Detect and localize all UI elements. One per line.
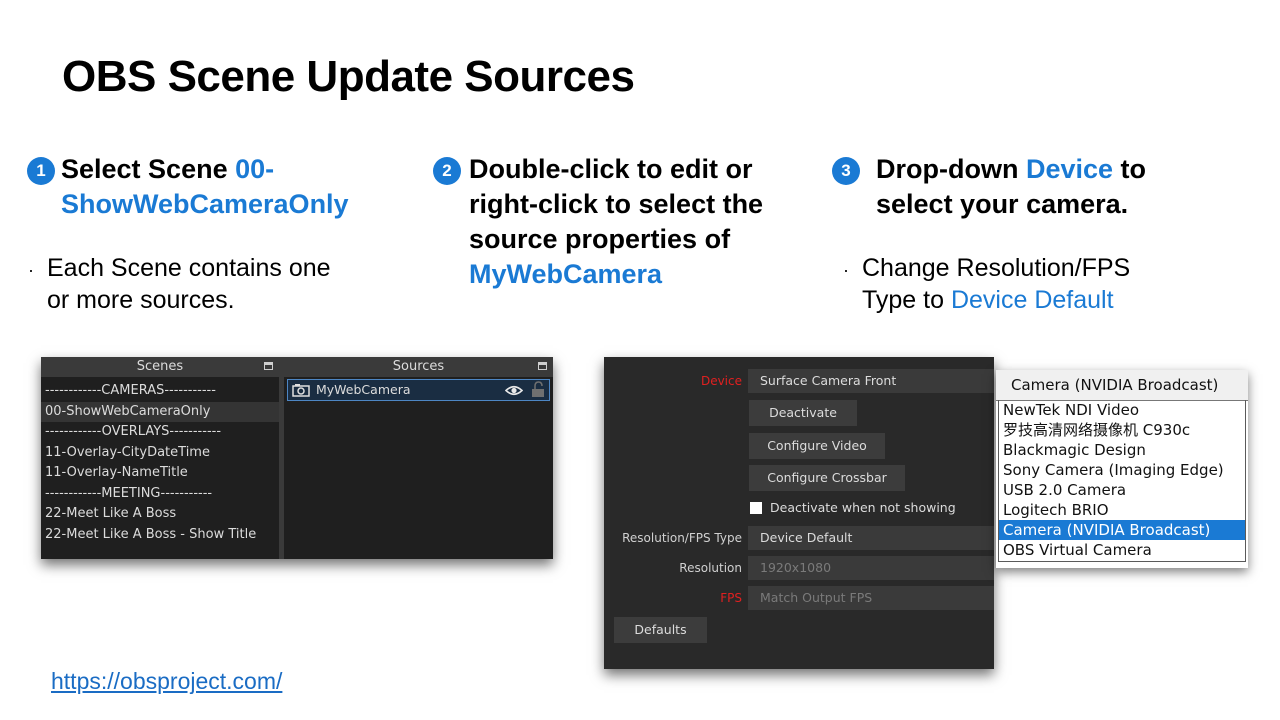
resfps-label: Resolution/FPS Type	[622, 531, 742, 545]
bullet-1-line-2: or more sources.	[47, 286, 235, 314]
source-item[interactable]: MyWebCamera	[287, 379, 550, 401]
step-3-text: Drop-down Device to select your camera.	[876, 152, 1216, 222]
bullet-1-text: Each Scene contains one or more sources.	[47, 252, 377, 316]
scene-item[interactable]: ------------CAMERAS-----------	[41, 381, 279, 402]
step-3-line-1a: Drop-down	[876, 154, 1026, 184]
dropdown-option[interactable]: USB 2.0 Camera	[999, 480, 1245, 500]
scene-item[interactable]: 11-Overlay-CityDateTime	[41, 443, 279, 464]
sources-dock-title: Sources	[392, 359, 445, 374]
step-2-line-1: Double-click to edit or	[469, 154, 753, 184]
dropdown-option[interactable]: NewTek NDI Video	[999, 400, 1245, 420]
source-name: MyWebCamera	[316, 382, 411, 397]
obs-project-link[interactable]: https://obsproject.com/	[51, 668, 282, 695]
sources-dock-header: Sources	[284, 357, 553, 377]
scenes-list: ------------CAMERAS----------- 00-ShowWe…	[41, 377, 279, 545]
dropdown-option[interactable]: Sony Camera (Imaging Edge)	[999, 460, 1245, 480]
undock-icon[interactable]	[538, 362, 547, 370]
step-1-scene-name-b: ShowWebCameraOnly	[61, 189, 349, 219]
deactivate-button[interactable]: Deactivate	[749, 400, 857, 426]
scenes-dock-title: Scenes	[136, 359, 184, 374]
scene-item[interactable]: 22-Meet Like A Boss	[41, 504, 279, 525]
step-2-number: 2	[433, 157, 461, 185]
device-select[interactable]: Surface Camera Front	[748, 369, 994, 393]
resolution-field[interactable]: 1920x1080	[748, 556, 994, 580]
eye-icon[interactable]	[504, 383, 524, 403]
bullet-3: ·	[843, 252, 849, 286]
obs-docks-screenshot: Scenes ------------CAMERAS----------- 00…	[41, 357, 553, 559]
sources-dock: Sources MyWebCamera	[284, 357, 553, 559]
scenes-dock: Scenes ------------CAMERAS----------- 00…	[41, 357, 279, 559]
resolution-label: Resolution	[679, 561, 742, 575]
bullet-3-line-2a: Type to	[862, 286, 951, 314]
bullet-3-device-default: Device Default	[950, 286, 1114, 314]
defaults-button[interactable]: Defaults	[614, 617, 707, 643]
dropdown-list: NewTek NDI Video 罗技高清网络摄像机 C930c Blackma…	[998, 400, 1246, 562]
step-1-number: 1	[27, 157, 55, 185]
step-2-source-name: MyWebCamera	[469, 259, 663, 289]
step-2-line-3: source properties of	[469, 224, 731, 254]
configure-crossbar-button[interactable]: Configure Crossbar	[749, 465, 905, 491]
step-1-label: Select Scene	[61, 154, 236, 184]
bullet-1: ·	[28, 252, 34, 286]
dropdown-option-selected[interactable]: Camera (NVIDIA Broadcast)	[999, 520, 1245, 540]
camera-icon	[292, 383, 310, 403]
dropdown-option[interactable]: Blackmagic Design	[999, 440, 1245, 460]
dropdown-option[interactable]: OBS Virtual Camera	[999, 540, 1245, 560]
device-label: Device	[700, 374, 742, 388]
step-3-number: 3	[832, 157, 860, 185]
dropdown-option[interactable]: 罗技高清网络摄像机 C930c	[999, 420, 1245, 440]
dropdown-current[interactable]: Camera (NVIDIA Broadcast)	[996, 370, 1248, 401]
properties-screenshot: Device Surface Camera Front Deactivate C…	[604, 357, 994, 669]
bullet-3-line-1: Change Resolution/FPS	[862, 254, 1131, 282]
step-3-line-1c: to	[1113, 154, 1147, 184]
step-2-line-2: right-click to select the	[469, 189, 764, 219]
scene-item[interactable]: ------------OVERLAYS-----------	[41, 422, 279, 443]
scene-item[interactable]: ------------MEETING-----------	[41, 484, 279, 505]
fps-label: FPS	[720, 591, 742, 605]
step-3-line-2: select your camera.	[876, 189, 1129, 219]
scene-item[interactable]: 11-Overlay-NameTitle	[41, 463, 279, 484]
undock-icon[interactable]	[264, 362, 273, 370]
scene-item[interactable]: 22-Meet Like A Boss - Show Title	[41, 525, 279, 546]
bullet-1-line-1: Each Scene contains one	[47, 254, 331, 282]
deactivate-checkbox-label: Deactivate when not showing	[770, 500, 956, 515]
step-2-text: Double-click to edit or right-click to s…	[469, 152, 809, 292]
bullet-3-text: Change Resolution/FPS Type to Device Def…	[862, 252, 1202, 316]
scenes-dock-header: Scenes	[41, 357, 279, 377]
resfps-select[interactable]: Device Default	[748, 526, 994, 550]
step-1-scene-name-a: 00-	[235, 154, 275, 184]
step-3-device-word: Device	[1025, 154, 1114, 184]
fps-select[interactable]: Match Output FPS	[748, 586, 994, 610]
dropdown-current-value: Camera (NVIDIA Broadcast)	[1011, 376, 1219, 394]
page-title: OBS Scene Update Sources	[62, 52, 635, 101]
bullet-dot: ·	[843, 260, 849, 280]
bullet-dot: ·	[28, 260, 34, 280]
step-1-text: Select Scene 00- ShowWebCameraOnly	[61, 152, 391, 222]
lock-icon[interactable]	[531, 381, 545, 404]
scene-item-selected[interactable]: 00-ShowWebCameraOnly	[41, 401, 279, 422]
dropdown-option[interactable]: Logitech BRIO	[999, 500, 1245, 520]
device-dropdown: Camera (NVIDIA Broadcast) NewTek NDI Vid…	[996, 370, 1248, 568]
configure-video-button[interactable]: Configure Video	[749, 433, 885, 459]
deactivate-checkbox[interactable]	[750, 502, 762, 514]
